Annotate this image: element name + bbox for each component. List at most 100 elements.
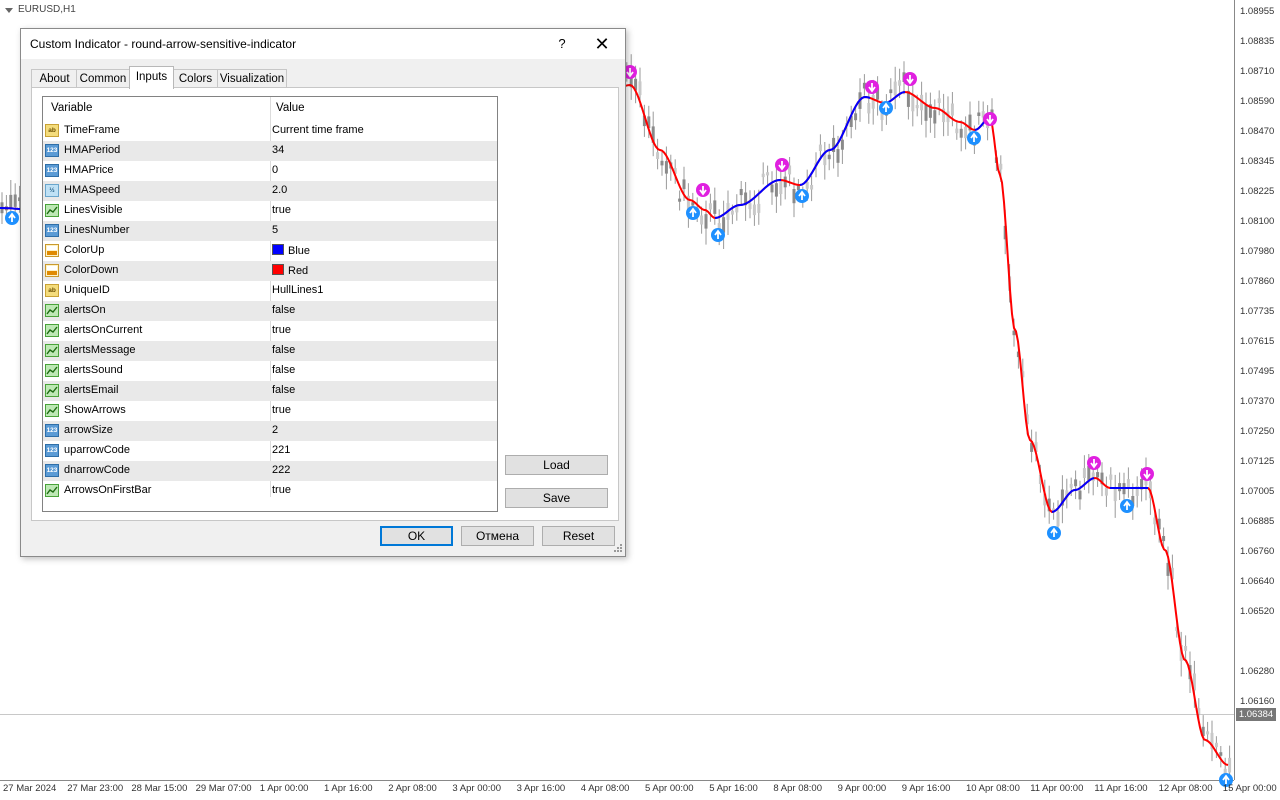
up-arrow-icon [1120, 499, 1134, 513]
param-name: alertsMessage [64, 344, 136, 356]
cancel-button[interactable]: Отмена [461, 526, 534, 546]
symbol-menu-icon[interactable] [5, 8, 13, 13]
integer-icon: 123 [45, 464, 59, 477]
param-row[interactable]: alertsSound false [43, 361, 497, 381]
close-button[interactable]: ✕ [589, 33, 615, 55]
param-row[interactable]: 123 HMAPeriod 34 [43, 141, 497, 161]
price-label: 1.06760 [1240, 546, 1275, 557]
candle-body [766, 172, 770, 176]
param-value[interactable]: 5 [272, 224, 278, 236]
tab-visualization[interactable]: Visualization [217, 69, 287, 88]
param-value[interactable]: 0 [272, 164, 278, 176]
param-name: arrowSize [64, 424, 113, 436]
price-label: 1.08345 [1240, 156, 1275, 167]
time-label: 1 Apr 16:00 [324, 783, 373, 794]
price-label: 1.08710 [1240, 66, 1275, 77]
param-row[interactable]: ArrowsOnFirstBar true [43, 481, 497, 501]
price-label: 1.08955 [1240, 6, 1275, 17]
param-row[interactable]: 123 arrowSize 2 [43, 421, 497, 441]
integer-icon: 123 [45, 444, 59, 457]
resize-grip-icon[interactable] [613, 543, 623, 553]
param-row[interactable]: 123 dnarrowCode 222 [43, 461, 497, 481]
param-row[interactable]: alertsOn false [43, 301, 497, 321]
time-label: 5 Apr 00:00 [645, 783, 694, 794]
up-arrow-icon [711, 228, 725, 242]
param-value[interactable]: 2.0 [272, 184, 287, 196]
save-button[interactable]: Save [505, 488, 608, 508]
param-row[interactable]: ab UniqueID HullLines1 [43, 281, 497, 301]
candle-body [818, 144, 822, 151]
param-row[interactable]: 123 LinesNumber 5 [43, 221, 497, 241]
candle-body [840, 139, 844, 150]
param-row[interactable]: alertsOnCurrent true [43, 321, 497, 341]
param-value[interactable]: 221 [272, 444, 290, 456]
param-value[interactable]: Blue [272, 244, 310, 257]
time-label: 12 Apr 08:00 [1158, 783, 1213, 794]
bool-icon [45, 364, 59, 377]
candle-body [708, 203, 712, 210]
param-row[interactable]: LinesVisible true [43, 201, 497, 221]
price-label: 1.06520 [1240, 606, 1275, 617]
ok-button[interactable]: OK [380, 526, 453, 546]
current-price-tag: 1.06384 [1236, 708, 1276, 721]
time-label: 29 Mar 07:00 [195, 783, 252, 794]
up-arrow-icon [686, 206, 700, 220]
param-row[interactable]: ½ HMASpeed 2.0 [43, 181, 497, 201]
up-arrow-icon [5, 211, 19, 225]
param-value[interactable]: Red [272, 264, 308, 277]
param-value[interactable]: true [272, 204, 291, 216]
candle-body [739, 189, 743, 196]
tab-about[interactable]: About [31, 69, 78, 88]
candle-body [700, 215, 704, 225]
down-arrow-icon [1087, 456, 1101, 470]
price-label: 1.07005 [1240, 486, 1275, 497]
bool-icon [45, 204, 59, 217]
param-row[interactable]: alertsMessage false [43, 341, 497, 361]
header-variable[interactable]: Variable [51, 102, 92, 114]
param-value[interactable]: Current time frame [272, 124, 364, 136]
inputs-grid[interactable]: Variable Value ab TimeFrame Current time f… [42, 96, 498, 512]
string-icon: ab [45, 284, 59, 297]
param-row[interactable]: 123 HMAPrice 0 [43, 161, 497, 181]
param-row[interactable]: ab TimeFrame Current time frame [43, 121, 497, 141]
param-row[interactable]: alertsEmail false [43, 381, 497, 401]
param-row[interactable]: 123 uparrowCode 221 [43, 441, 497, 461]
hma-up-segment [0, 207, 21, 210]
param-row[interactable]: ColorDown Red [43, 261, 497, 281]
time-label: 3 Apr 00:00 [452, 783, 501, 794]
param-value[interactable]: 222 [272, 464, 290, 476]
price-label: 1.06160 [1240, 696, 1275, 707]
reset-button[interactable]: Reset [542, 526, 615, 546]
param-value[interactable]: 34 [272, 144, 284, 156]
dialog-titlebar[interactable]: Custom Indicator - round-arrow-sensitive… [21, 29, 625, 59]
color-swatch [272, 244, 284, 255]
param-value[interactable]: true [272, 484, 291, 496]
candle-body [977, 112, 981, 116]
candle-body [1078, 490, 1082, 500]
param-value[interactable]: false [272, 304, 295, 316]
tab-common[interactable]: Common [76, 69, 130, 88]
color-name: Blue [288, 245, 311, 257]
tab-inputs[interactable]: Inputs [129, 66, 174, 89]
price-label: 1.07250 [1240, 426, 1275, 437]
candle-body [1206, 731, 1210, 735]
integer-icon: 123 [45, 224, 59, 237]
help-button[interactable]: ? [551, 33, 573, 55]
header-value[interactable]: Value [276, 102, 305, 114]
param-value[interactable]: HullLines1 [272, 284, 323, 296]
candle-body [898, 80, 902, 86]
param-value[interactable]: 2 [272, 424, 278, 436]
candle-body [1104, 487, 1108, 496]
param-value[interactable]: true [272, 324, 291, 336]
param-row[interactable]: ColorUp Blue [43, 241, 497, 261]
candle-body [664, 161, 668, 174]
param-value[interactable]: false [272, 364, 295, 376]
param-row[interactable]: ShowArrows true [43, 401, 497, 421]
param-value[interactable]: true [272, 404, 291, 416]
candle-body [924, 104, 928, 121]
tab-colors[interactable]: Colors [172, 69, 219, 88]
load-button[interactable]: Load [505, 455, 608, 475]
param-value[interactable]: false [272, 344, 295, 356]
param-value[interactable]: false [272, 384, 295, 396]
color-swatch [272, 264, 284, 275]
